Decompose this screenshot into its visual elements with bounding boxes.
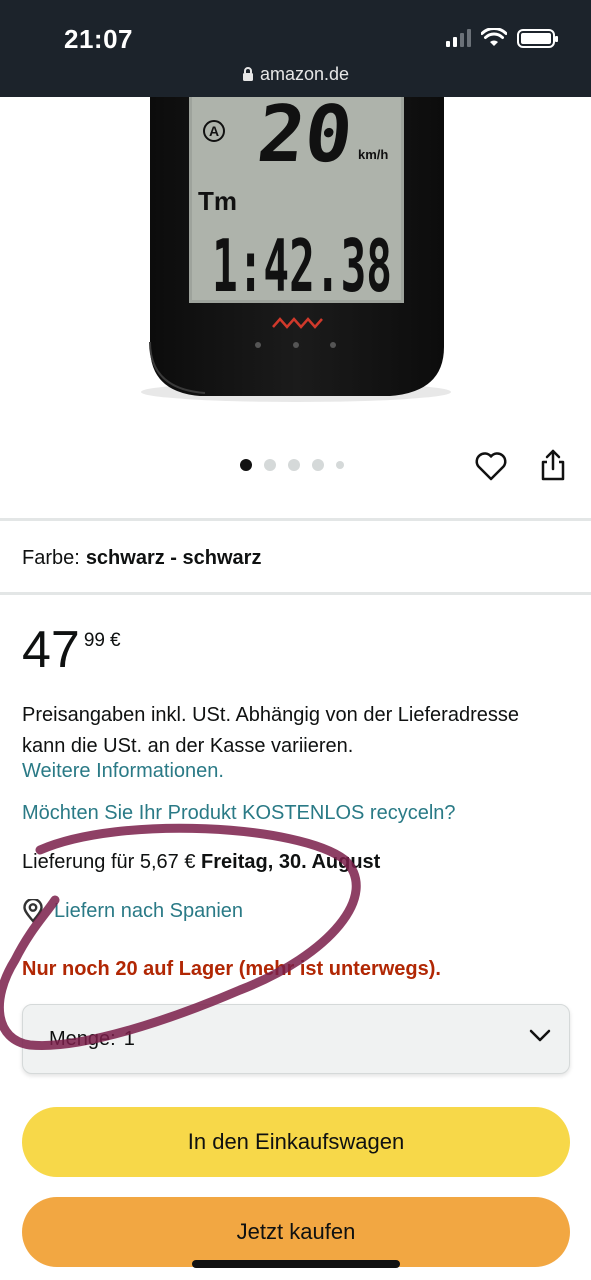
stock-status: Nur noch 20 auf Lager (mehr ist unterweg… xyxy=(22,958,441,980)
address-bar[interactable]: amazon.de xyxy=(0,64,591,85)
carousel-dot[interactable] xyxy=(288,459,300,471)
variant-label: Farbe: xyxy=(22,547,80,569)
product-image[interactable]: A 20 km/h Tm 1:42.38 xyxy=(0,97,591,427)
divider xyxy=(0,592,591,595)
quantity-dropdown[interactable]: Menge: 1 xyxy=(22,1004,570,1074)
heart-icon[interactable] xyxy=(474,450,508,482)
chevron-down-icon xyxy=(529,1029,551,1042)
location-pin-icon xyxy=(23,899,43,923)
time-readout: 1:42.38 xyxy=(212,224,392,308)
quantity-label: Menge: xyxy=(49,1027,116,1050)
price-whole: 47 xyxy=(22,621,80,679)
system-icons xyxy=(446,28,558,48)
wifi-icon xyxy=(481,28,507,46)
delivery-info: Lieferung für 5,67 € Freitag, 30. August xyxy=(22,851,380,874)
buy-now-button[interactable]: Jetzt kaufen xyxy=(22,1197,570,1267)
delivery-price: Lieferung für 5,67 € xyxy=(22,851,196,873)
share-icon[interactable] xyxy=(538,448,568,482)
battery-icon xyxy=(517,28,558,48)
speed-unit: km/h xyxy=(358,147,388,162)
status-bar: 21:07 amazon.de xyxy=(0,0,591,97)
carousel-dot[interactable] xyxy=(336,461,344,469)
variant-selector[interactable]: Farbe: schwarz - schwarz xyxy=(22,547,261,570)
delivery-date: Freitag, 30. August xyxy=(201,851,381,873)
carousel-dot[interactable] xyxy=(312,459,324,471)
ship-to-label[interactable]: Liefern nach Spanien xyxy=(54,900,243,923)
carousel-dot[interactable] xyxy=(240,459,252,471)
time-label: Tm xyxy=(198,186,237,216)
image-carousel-dots[interactable] xyxy=(240,459,344,471)
recycle-link[interactable]: Möchten Sie Ihr Produkt KOSTENLOS recyce… xyxy=(22,802,456,825)
lock-icon xyxy=(242,67,253,81)
home-indicator[interactable] xyxy=(192,1260,400,1268)
price: 47 99 € xyxy=(22,622,121,678)
carousel-dot[interactable] xyxy=(264,459,276,471)
tax-note: Preisangaben inkl. USt. Abhängig von der… xyxy=(22,704,519,757)
quantity-value: 1 xyxy=(123,1027,135,1050)
speed-readout: 20 xyxy=(253,97,356,180)
url-text: amazon.de xyxy=(259,64,350,84)
ship-to-location[interactable]: Liefern nach Spanien xyxy=(22,899,243,923)
divider xyxy=(0,518,591,521)
clock: 21:07 xyxy=(64,24,133,54)
more-info-link[interactable]: Weitere Informationen. xyxy=(22,760,224,783)
signal-icon xyxy=(446,29,471,47)
price-fraction: 99 xyxy=(83,630,105,651)
add-to-cart-button[interactable]: In den Einkaufswagen xyxy=(22,1107,570,1177)
svg-text:A: A xyxy=(209,123,219,139)
price-currency: € xyxy=(109,630,121,651)
variant-value: schwarz - schwarz xyxy=(85,547,262,569)
